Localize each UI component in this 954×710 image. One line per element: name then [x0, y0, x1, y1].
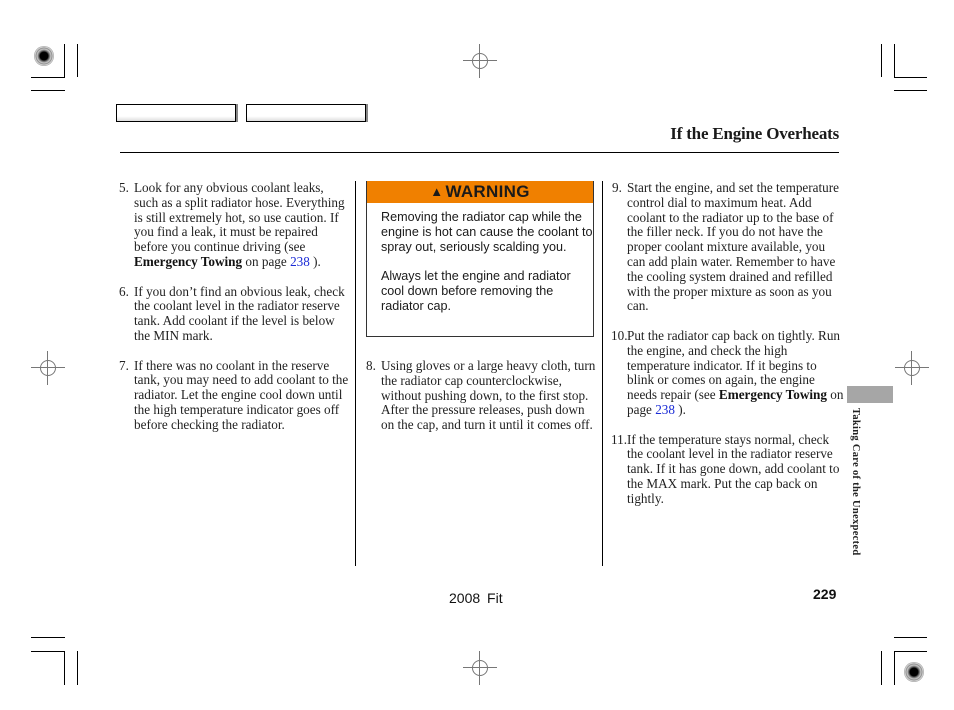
warning-paragraph: Removing the radiator cap while the engi…	[381, 210, 593, 254]
list-item-number: 7.	[119, 357, 129, 373]
crop-mark	[31, 77, 65, 78]
step-text: Start the engine, and set the temperatur…	[627, 180, 840, 314]
list-item-number: 6.	[119, 283, 129, 299]
crop-mark	[31, 651, 65, 652]
list-item-number: 8.	[366, 358, 376, 373]
page-number: 229	[813, 586, 837, 602]
right-column: 9. Start the engine, and set the temperat…	[611, 180, 844, 521]
list-item-number: 9.	[612, 180, 622, 195]
list-item: 7. If there was no coolant in the reserve…	[119, 357, 351, 433]
crosshair-mark-icon	[895, 351, 929, 385]
nav-button-previous[interactable]	[116, 104, 236, 122]
step-text: ).	[309, 253, 321, 269]
list-item: 8. Using gloves or a large heavy cloth, t…	[366, 358, 598, 433]
list-item-number: 5.	[119, 180, 129, 195]
crop-mark	[31, 90, 65, 91]
middle-column: 8. Using gloves or a large heavy cloth, t…	[366, 358, 598, 448]
crosshair-mark-icon	[31, 351, 65, 385]
warning-box: ▲ WARNING Removing the radiator cap while…	[366, 181, 594, 337]
section-tab-label: Taking Care of the Unexpected	[850, 408, 861, 556]
warning-triangle-icon: ▲	[430, 184, 444, 199]
step-text: on page	[242, 253, 291, 269]
list-item-number: 11.	[611, 431, 627, 447]
warning-body: Removing the radiator cap while the engi…	[367, 203, 593, 314]
crop-mark	[894, 77, 927, 78]
section-tab[interactable]	[847, 386, 893, 403]
column-divider	[602, 181, 603, 566]
crop-mark	[77, 651, 78, 685]
warning-header: ▲ WARNING	[367, 181, 593, 203]
step-text: Look for any obvious coolant leaks, such…	[134, 180, 345, 255]
crop-mark	[77, 44, 78, 77]
crop-mark	[881, 651, 882, 685]
step-text: If there was no coolant in the reserve t…	[134, 357, 349, 432]
warning-paragraph: Always let the engine and radiator cool …	[381, 269, 571, 313]
page-link[interactable]: 238	[655, 402, 675, 417]
title-divider	[120, 152, 839, 153]
list-item-number: 10.	[611, 327, 628, 343]
list-item: 9. Start the engine, and set the temperat…	[612, 180, 844, 314]
crop-mark	[894, 44, 895, 78]
step-text: Using gloves or a large heavy cloth, tur…	[381, 358, 596, 433]
crosshair-mark-icon	[463, 44, 497, 78]
cross-reference-title: Emergency Towing	[134, 253, 243, 269]
list-item: 5. Look for any obvious coolant leaks, su…	[119, 180, 351, 270]
registration-target-icon	[34, 46, 54, 66]
crop-mark	[64, 44, 65, 78]
crop-mark	[881, 44, 882, 77]
warning-title: WARNING	[445, 182, 530, 201]
registration-target-icon	[904, 662, 924, 682]
column-divider	[355, 181, 356, 566]
crop-mark	[894, 651, 895, 685]
nav-button-next[interactable]	[246, 104, 366, 122]
step-text: If you don’t find an obvious leak, check…	[134, 283, 345, 343]
crop-mark	[64, 651, 65, 685]
left-column: 5. Look for any obvious coolant leaks, su…	[119, 180, 351, 447]
crop-mark	[31, 637, 65, 638]
page-title: If the Engine Overheats	[670, 124, 839, 143]
crop-mark	[894, 651, 927, 652]
list-item: 10. Put the radiator cap back on tightly.…	[611, 327, 844, 418]
crop-mark	[894, 90, 927, 91]
step-text: If the temperature stays normal, check t…	[627, 431, 840, 506]
list-item: 11. If the temperature stays normal, chec…	[611, 431, 844, 507]
page-link[interactable]: 238	[290, 254, 310, 269]
crop-mark	[894, 637, 927, 638]
cross-reference-title: Emergency Towing	[718, 387, 827, 403]
step-text: ).	[674, 401, 686, 417]
footer-model: 2008 Fit	[449, 590, 503, 606]
list-item: 6. If you don’t find an obvious leak, che…	[119, 283, 351, 344]
crosshair-mark-icon	[463, 651, 497, 685]
